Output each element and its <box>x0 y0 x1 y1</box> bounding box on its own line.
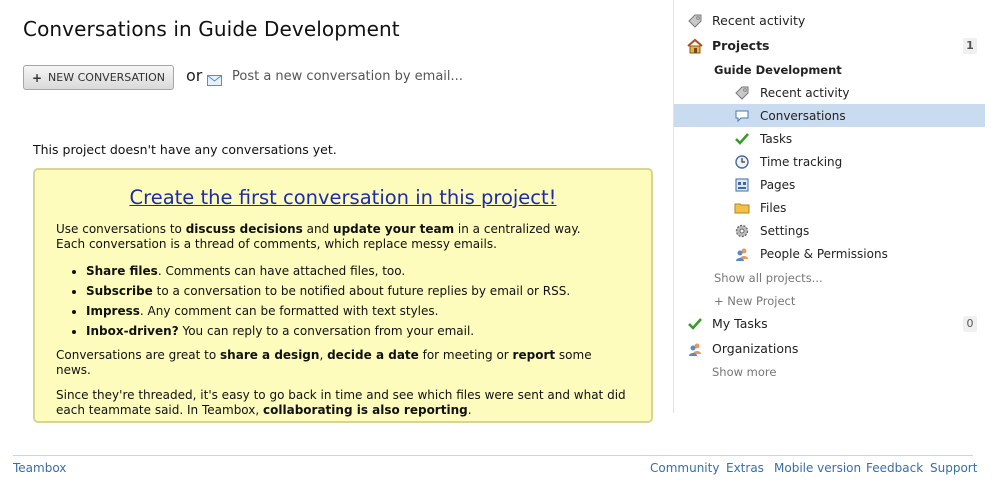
footer-link-community[interactable]: Community <box>650 461 719 475</box>
tag-icon <box>734 85 750 101</box>
folder-icon <box>734 200 750 216</box>
sidebar-project-guide-development[interactable]: Guide Development <box>674 58 985 81</box>
sidebar-item-projects[interactable]: Projects 1 <box>674 34 985 57</box>
tag-icon <box>687 13 703 29</box>
sidebar-item-settings[interactable]: Settings <box>674 219 985 242</box>
projects-count-badge: 1 <box>963 37 977 54</box>
intro-line-2: Each conversation is a thread of comment… <box>56 237 497 251</box>
sidebar-item-time-tracking[interactable]: Time tracking <box>674 150 985 173</box>
sidebar-item-people-permissions[interactable]: People & Permissions <box>674 242 985 265</box>
intro-box: Create the first conversation in this pr… <box>33 168 653 423</box>
show-all-projects-link[interactable]: Show all projects... <box>674 266 985 289</box>
intro-line-1: Use conversations to discuss decisions a… <box>56 222 581 236</box>
sidebar-item-label: Organizations <box>712 341 799 356</box>
clock-icon <box>734 154 750 170</box>
new-conversation-label: NEW CONVERSATION <box>48 71 165 84</box>
plus-icon: + <box>31 70 43 85</box>
sidebar-item-label: People & Permissions <box>760 246 888 261</box>
create-first-conversation-link[interactable]: Create the first conversation in this pr… <box>56 186 630 209</box>
sidebar-item-tasks[interactable]: Tasks <box>674 127 985 150</box>
checkmark-icon <box>734 131 750 147</box>
footer: Teambox Community Extras Mobile version … <box>13 455 977 475</box>
footer-link-support[interactable]: Support <box>930 461 977 475</box>
checkmark-icon <box>687 316 703 332</box>
or-separator: or <box>186 66 203 85</box>
new-conversation-button[interactable]: + NEW CONVERSATION <box>23 65 174 90</box>
sidebar-item-label: Recent activity <box>760 85 850 100</box>
feature-item: Share files. Comments can have attached … <box>86 261 630 281</box>
sidebar-item-label: Tasks <box>760 131 793 146</box>
footer-link-feedback[interactable]: Feedback <box>866 461 923 475</box>
sidebar: Recent activity Projects 1 Guide Develop… <box>673 0 999 413</box>
threading-paragraph: Since they're threaded, it's easy to go … <box>56 388 626 417</box>
show-more-label: Show more <box>712 364 777 379</box>
new-project-link[interactable]: + New Project <box>674 289 985 312</box>
show-more-link[interactable]: Show more <box>674 360 985 383</box>
sidebar-item-label: Projects <box>712 38 770 53</box>
footer-link-mobile-version[interactable]: Mobile version <box>774 461 861 475</box>
show-all-projects-label: Show all projects... <box>714 270 823 285</box>
sidebar-item-conversations[interactable]: Conversations <box>674 104 985 127</box>
people-icon <box>734 246 750 262</box>
project-name: Guide Development <box>714 62 842 77</box>
sidebar-item-label: Recent activity <box>712 13 806 28</box>
use-cases-paragraph: Conversations are great to share a desig… <box>56 348 592 377</box>
envelope-icon <box>207 71 222 86</box>
new-project-label: + New Project <box>714 293 796 308</box>
post-by-email-link[interactable]: Post a new conversation by email... <box>232 69 463 84</box>
feature-list: Share files. Comments can have attached … <box>86 261 630 341</box>
intro-paragraph: Use conversations to discuss decisions a… <box>56 222 630 252</box>
feature-item: Inbox-driven? You can reply to a convers… <box>86 321 630 341</box>
sidebar-item-my-tasks[interactable]: My Tasks 0 <box>674 312 985 335</box>
pages-icon <box>734 177 750 193</box>
sidebar-item-project-recent-activity[interactable]: Recent activity <box>674 81 985 104</box>
sidebar-item-files[interactable]: Files <box>674 196 985 219</box>
sidebar-item-recent-activity[interactable]: Recent activity <box>674 9 985 32</box>
sidebar-item-label: Settings <box>760 223 810 238</box>
house-icon <box>687 38 703 54</box>
people-icon <box>687 341 703 357</box>
main-content: Conversations in Guide Development + NEW… <box>0 0 672 440</box>
sidebar-item-label: Files <box>760 200 787 215</box>
page-title: Conversations in Guide Development <box>23 17 400 41</box>
sidebar-item-pages[interactable]: Pages <box>674 173 985 196</box>
footer-brand-link[interactable]: Teambox <box>13 461 66 475</box>
sidebar-item-label: Time tracking <box>760 154 843 169</box>
feature-item: Subscribe to a conversation to be notifi… <box>86 281 630 301</box>
speech-bubble-icon <box>734 108 750 124</box>
sidebar-item-label: Conversations <box>760 108 846 123</box>
sidebar-item-organizations[interactable]: Organizations <box>674 337 985 360</box>
my-tasks-count-badge: 0 <box>963 315 977 332</box>
footer-link-extras[interactable]: Extras <box>726 461 764 475</box>
sidebar-item-label: Pages <box>760 177 796 192</box>
gear-icon <box>734 223 750 239</box>
empty-state-message: This project doesn't have any conversati… <box>33 142 337 157</box>
feature-item: Impress. Any comment can be formatted wi… <box>86 301 630 321</box>
sidebar-item-label: My Tasks <box>712 316 768 331</box>
